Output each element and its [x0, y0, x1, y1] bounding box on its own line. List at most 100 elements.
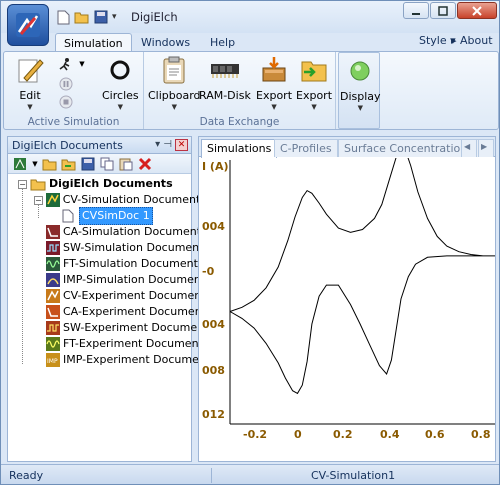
tree-item-sw-experiment[interactable]: SW-Experiment Documents	[8, 320, 214, 336]
quick-access-toolbar: ▾	[55, 9, 122, 25]
document-icon	[60, 209, 76, 223]
clipboard-label: Clipboard	[148, 89, 201, 102]
ribbon-panel: Edit ▼ ▼ Circles ▼ Active Simulation Cli…	[3, 51, 499, 130]
display-dropdown-icon: ▼	[357, 104, 363, 112]
tree-ft-simulation-label: FT-Simulation Documents	[63, 257, 204, 270]
tree-item-sw-simulation[interactable]: SW-Simulation Documents	[8, 240, 209, 256]
delete-tool-icon[interactable]	[137, 156, 153, 172]
document-tabs: Simulations C-Profiles Surface Concentra…	[199, 137, 495, 158]
quick-access-customize-icon[interactable]: ▾	[112, 9, 122, 25]
tree-cvsimdoc-label: CVSimDoc 1	[79, 207, 153, 225]
y-tick-label: -0	[202, 265, 215, 278]
tree-root[interactable]: − DigiElch Documents	[8, 176, 191, 192]
display-button[interactable]: Display ▼	[340, 55, 381, 112]
open-folder-tool-icon[interactable]	[42, 156, 58, 172]
tree-root-label: DigiElch Documents	[49, 177, 173, 190]
application-menu-button[interactable]	[7, 4, 49, 46]
tab-c-profiles[interactable]: C-Profiles	[274, 139, 338, 157]
y-tick-label: 004	[202, 220, 225, 233]
open-folder-icon[interactable]	[74, 9, 90, 25]
documents-panel-header: DigiElch Documents ▾ ⊣ ✕	[8, 137, 191, 154]
documents-toolbar: ▼	[8, 154, 191, 174]
tree-item-cv-experiment[interactable]: CV-Experiment Documents	[8, 288, 211, 304]
copy-tool-icon[interactable]	[99, 156, 115, 172]
stop-icon[interactable]	[58, 94, 74, 110]
run-dropdown-icon[interactable]: ▼	[74, 56, 90, 72]
status-active-document: CV-Simulation1	[311, 469, 396, 482]
paste-tool-icon[interactable]	[118, 156, 134, 172]
ram-disk-button[interactable]: RAM-Disk	[199, 54, 251, 102]
x-tick-label: 0.6	[425, 428, 445, 441]
tree-item-cvsimdoc[interactable]: CVSimDoc 1	[8, 207, 191, 225]
clipboard-button[interactable]: Clipboard ▼	[148, 54, 201, 111]
folder-export-tool-icon[interactable]	[61, 156, 77, 172]
status-bar: Ready CV-Simulation1	[1, 464, 499, 484]
circles-button[interactable]: Circles ▼	[102, 54, 139, 111]
about-menu-label: About	[460, 34, 493, 47]
window-title: DigiElch	[131, 10, 178, 24]
documents-panel-title: DigiElch Documents	[12, 139, 123, 152]
edit-label: Edit	[19, 89, 41, 102]
style-menu-label: Style	[419, 34, 447, 47]
tree-item-ft-simulation[interactable]: FT-Simulation Documents	[8, 256, 204, 272]
tab-simulation[interactable]: Simulation	[55, 33, 132, 52]
close-button[interactable]	[457, 2, 497, 19]
tree-item-imp-simulation[interactable]: IMP-Simulation Documents	[8, 272, 211, 288]
edit-button[interactable]: Edit ▼	[14, 54, 46, 111]
ft-experiment-icon	[46, 337, 60, 351]
tab-simulations[interactable]: Simulations	[201, 139, 278, 158]
cv-experiment-icon	[46, 289, 60, 303]
x-tick-label: -0.2	[243, 428, 267, 441]
new-document-icon[interactable]	[55, 9, 71, 25]
sw-simulation-icon	[46, 241, 60, 255]
ca-simulation-icon	[46, 225, 60, 239]
run-simulation-icon[interactable]	[58, 56, 74, 72]
collapse-icon[interactable]: −	[18, 179, 27, 189]
minimize-button[interactable]	[403, 2, 429, 19]
tree-item-ca-simulation[interactable]: CA-Simulation Documents	[8, 224, 207, 240]
documents-tree: − DigiElch Documents − CV-Simulation Doc…	[8, 174, 216, 368]
tree-item-ft-experiment[interactable]: FT-Experiment Documents	[8, 336, 209, 352]
clipboard-icon	[158, 54, 190, 86]
circles-label: Circles	[102, 89, 139, 102]
collapse-icon[interactable]: −	[34, 195, 43, 205]
tree-ca-experiment-label: CA-Experiment Documents	[63, 305, 212, 318]
tab-scroll-left-icon[interactable]: ◀	[461, 139, 477, 157]
status-ready: Ready	[9, 469, 44, 482]
y-tick-label: 012	[202, 408, 225, 421]
x-tick-label: 0.2	[333, 428, 353, 441]
tree-ca-simulation-label: CA-Simulation Documents	[63, 225, 207, 238]
display-orb-icon	[344, 55, 376, 87]
pin-icon[interactable]: ▾ ⊣	[155, 139, 172, 150]
tree-ft-experiment-label: FT-Experiment Documents	[63, 337, 209, 350]
export-button-2[interactable]: Export ▼	[296, 54, 332, 111]
panel-close-icon[interactable]: ✕	[175, 139, 188, 151]
new-simulation-dropdown-icon[interactable]: ▼	[31, 156, 39, 172]
tab-windows[interactable]: Windows	[133, 33, 198, 52]
clipboard-dropdown-icon: ▼	[171, 103, 177, 111]
tree-sw-simulation-label: SW-Simulation Documents	[63, 241, 210, 254]
x-tick-label: 0.8	[471, 428, 491, 441]
tree-sw-experiment-label: SW-Experiment Documents	[63, 321, 215, 334]
group-label-active-simulation: Active Simulation	[27, 116, 120, 128]
new-simulation-icon[interactable]	[12, 156, 28, 172]
imp-experiment-icon: IMP	[46, 353, 60, 367]
pause-icon[interactable]	[58, 76, 74, 92]
tree-item-cv-simulation[interactable]: − CV-Simulation Documents	[8, 192, 206, 208]
tree-item-ca-experiment[interactable]: CA-Experiment Documents	[8, 304, 212, 320]
about-menu[interactable]: ▸ About	[451, 34, 493, 47]
group-label-data-exchange: Data Exchange	[199, 116, 280, 128]
maximize-button[interactable]	[430, 2, 456, 19]
tab-help[interactable]: Help	[202, 33, 243, 52]
export-button-1[interactable]: Export ▼	[256, 54, 292, 111]
save-icon[interactable]	[93, 9, 109, 25]
ram-chip-icon	[209, 54, 241, 86]
save-tool-icon[interactable]	[80, 156, 96, 172]
y-tick-label: 004	[202, 318, 225, 331]
tab-scroll-right-icon[interactable]: ▶	[478, 139, 494, 157]
export-box-icon	[258, 54, 290, 86]
tree-item-imp-experiment[interactable]: IMP IMP-Experiment Documents	[8, 352, 216, 368]
svg-text:IMP: IMP	[47, 358, 58, 365]
tab-surface-concentrations[interactable]: Surface Concentrations	[338, 139, 479, 157]
x-tick-label: 0	[294, 428, 302, 441]
